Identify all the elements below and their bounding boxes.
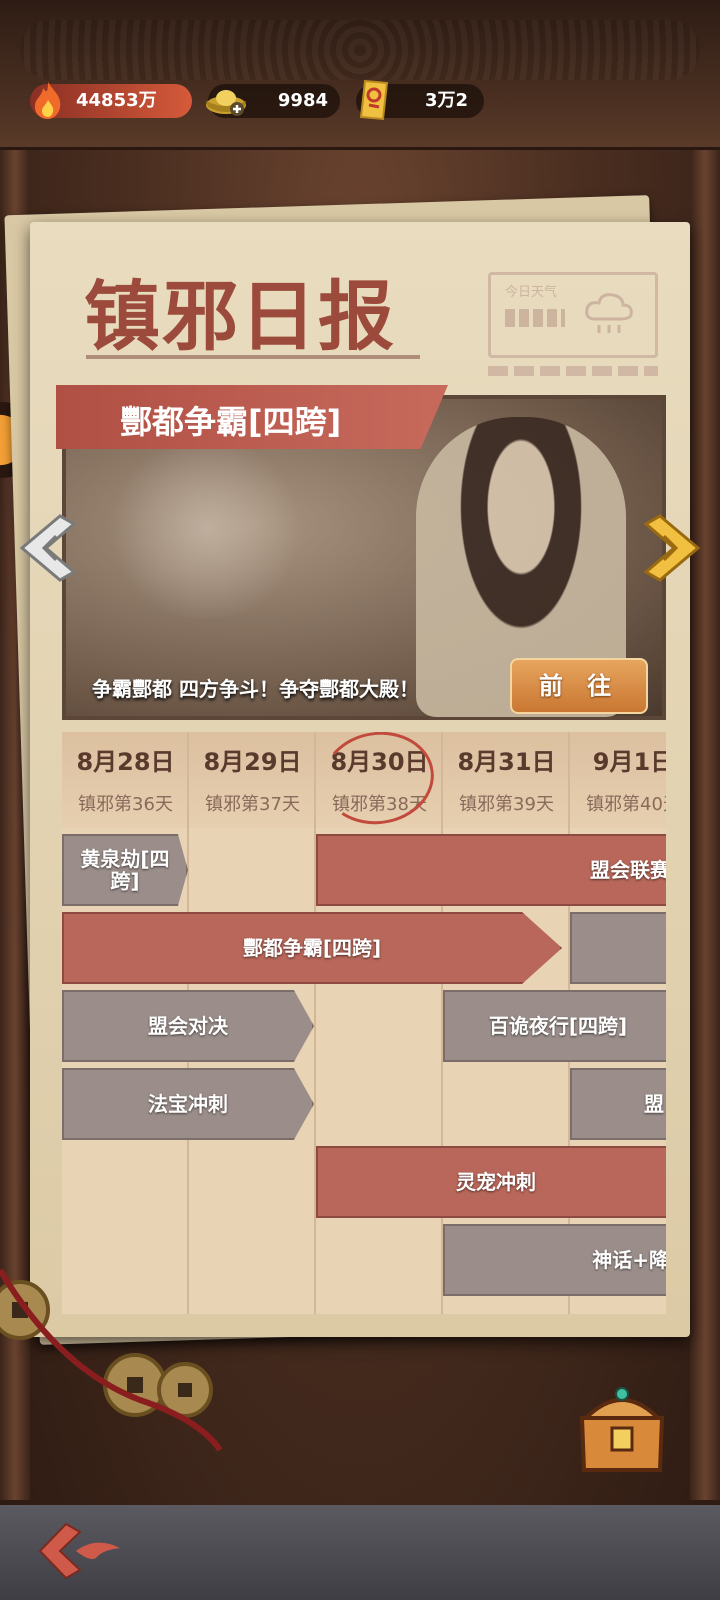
banner-event-name: 酆都争霸[四跨] [120,403,342,441]
column-day: 镇邪第36天 [78,794,173,815]
banner-caption: 争霸酆都 四方争斗！争夺酆都大殿！ [92,677,419,701]
event-label: 酆都争霸[四跨] [242,936,382,960]
ticket-value: 3万2 [424,90,468,111]
column-date: 8月29日 [203,748,302,776]
column-day: 镇邪第40天 [586,794,666,815]
event-label: 百诡夜行[四跨] [488,1014,628,1038]
event-mengduijue[interactable]: 盟会对决 [62,990,314,1062]
weather-label: 今日天气 [505,285,558,300]
chevron-left-icon [19,514,77,582]
title-underline [86,355,420,359]
event-lingchong[interactable]: 灵宠冲刺 [316,1146,666,1218]
go-button[interactable]: 前 往 [510,658,648,714]
ingot-value: 9984 [277,90,328,111]
column-day: 镇邪第37天 [205,794,300,815]
gold-talisman-icon [352,78,396,122]
treasure-chest-icon[interactable] [572,1378,672,1478]
back-arrow-button[interactable] [36,1518,126,1584]
event-label: 盟会对决 [148,1014,228,1038]
event-mengcontract[interactable]: 盟会联赛 [316,834,666,906]
event-label: 神话+降 [592,1248,666,1272]
weather-box: 今日天气 [488,272,658,358]
ingot-resource[interactable]: 9984 [206,84,340,118]
event-baigui[interactable]: 百诡夜行[四跨] [443,990,666,1062]
event-label: 盟会联赛 [590,858,666,882]
gold-ingot-plus-icon [204,78,248,122]
event-grey-block[interactable] [570,912,666,984]
event-label: 盟 [644,1092,664,1116]
column-day: 镇邪第39天 [459,794,554,815]
event-shenhua[interactable]: 神话+降 [443,1224,666,1296]
ticket-resource[interactable]: 3万2 [356,79,484,121]
weather-bars [505,309,565,327]
event-label: 灵宠冲刺 [456,1170,536,1194]
calendar-column-2-today: 8月30日 镇邪第38天 [316,732,443,1314]
banner-cloud-pattern [106,439,306,619]
power-value: 44853万 [76,90,157,111]
prev-arrow-button[interactable] [16,512,80,584]
weather-strip [488,366,658,376]
right-frame-rail [690,150,720,1500]
newspaper-title: 镇邪日报 [84,272,396,361]
event-huangquan[interactable]: 黄泉劫[四跨] [62,834,188,906]
event-calendar: 8月28日 镇邪第36天 8月29日 镇邪第37天 8月30日 镇邪第38天 8… [62,732,666,1314]
column-date: 9月1日 [592,748,666,776]
event-fengdu[interactable]: 酆都争霸[四跨] [62,912,562,984]
event-meng-partial[interactable]: 盟 [570,1068,666,1140]
power-resource[interactable]: 44853万 [30,82,192,119]
event-label: 法宝冲刺 [148,1092,228,1116]
coin-string-decoration [0,1268,223,1452]
flame-icon [26,78,70,122]
event-label: 黄泉劫[四跨] [80,847,170,893]
carved-header [0,0,720,150]
column-date: 8月28日 [76,748,175,776]
rain-cloud-icon [581,289,637,347]
chevron-right-icon [643,514,701,582]
next-arrow-button[interactable] [640,512,704,584]
column-date: 8月31日 [457,748,556,776]
event-fabao[interactable]: 法宝冲刺 [62,1068,314,1140]
